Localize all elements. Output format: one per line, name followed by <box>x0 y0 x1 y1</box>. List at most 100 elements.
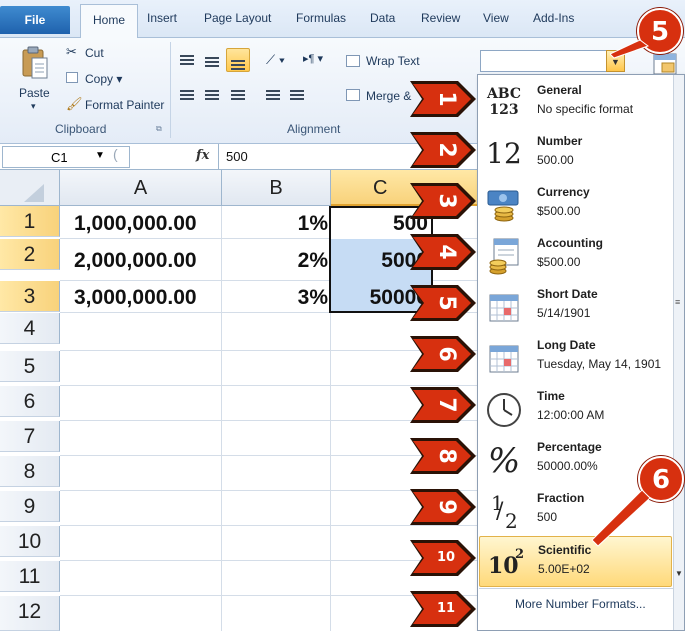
row-header-7[interactable]: 7 <box>0 421 60 452</box>
row-header-12[interactable]: 12 <box>0 596 60 631</box>
format-option-accounting[interactable]: Accounting $500.00 <box>479 230 672 281</box>
name-box[interactable]: C1 ▼ ( <box>2 146 130 168</box>
format-option-preview: 5.00E+02 <box>538 562 590 576</box>
format-option-long-date[interactable]: Long Date Tuesday, May 14, 1901 <box>479 332 672 383</box>
cut-button[interactable]: Cut <box>85 46 104 60</box>
format-option-short-date[interactable]: Short Date 5/14/1901 <box>479 281 672 332</box>
cell-a3[interactable]: 3,000,000.00 <box>74 282 214 313</box>
paste-label[interactable]: Paste <box>19 86 50 100</box>
scroll-down-icon[interactable]: ▼ <box>675 569 683 578</box>
increase-indent-icon[interactable] <box>290 90 304 100</box>
tab-file[interactable]: File <box>0 6 70 34</box>
column-header-a[interactable]: A <box>60 170 222 206</box>
format-option-currency[interactable]: Currency $500.00 <box>479 179 672 230</box>
tab-view[interactable]: View <box>483 11 509 25</box>
splitter-icon: ( <box>113 146 118 162</box>
row-header-9[interactable]: 9 <box>0 491 60 522</box>
wrap-text-button[interactable]: Wrap Text <box>366 54 420 68</box>
tab-insert[interactable]: Insert <box>147 11 177 25</box>
dropdown-scrollbar[interactable]: ≡ ▼ <box>673 75 684 630</box>
accounting-icon <box>483 236 525 276</box>
row-header-10[interactable]: 10 <box>0 526 60 557</box>
chevron-down-icon[interactable]: ▼ <box>95 150 105 161</box>
merge-center-button[interactable]: Merge & <box>366 89 411 103</box>
scissors-icon: ✂ <box>66 44 77 59</box>
12-glyph: 12 <box>486 137 522 170</box>
tab-page-layout[interactable]: Page Layout <box>204 11 271 25</box>
clipboard-launcher-icon[interactable]: ⧉ <box>156 124 162 134</box>
row-header-8[interactable]: 8 <box>0 456 60 487</box>
formula-input[interactable]: 500 <box>226 149 248 164</box>
fraction-icon: 1 / 2 <box>483 491 525 533</box>
row-header-4[interactable]: 4 <box>0 313 60 344</box>
cell-a1[interactable]: 1,000,000.00 <box>74 208 214 239</box>
number-format-combo[interactable] <box>480 50 625 72</box>
row-header-1[interactable]: 1 <box>0 206 60 237</box>
cell-b3[interactable]: 3% <box>222 282 328 313</box>
row-header-2[interactable]: 2 <box>0 239 60 270</box>
format-option-title: Percentage <box>537 440 602 454</box>
alignment-group-label: Alignment <box>287 122 341 136</box>
format-option-preview: 500.00 <box>537 153 574 167</box>
tab-review[interactable]: Review <box>421 11 460 25</box>
more-number-formats-link[interactable]: More Number Formats... <box>479 588 673 620</box>
format-option-title: Long Date <box>537 338 596 352</box>
wrap-text-icon <box>346 55 360 67</box>
scroll-grip-icon: ≡ <box>675 297 681 307</box>
paragraph-direction-icon[interactable]: ▸¶ ▾ <box>303 52 323 65</box>
row-header-3[interactable]: 3 <box>0 281 60 312</box>
badge-5-pointer-icon <box>610 40 650 59</box>
format-option-preview: $500.00 <box>537 255 581 269</box>
align-top-icon[interactable] <box>180 55 194 65</box>
cell-b1[interactable]: 1% <box>222 208 328 239</box>
clipboard-group-label: Clipboard <box>55 122 107 136</box>
callout-number: 2 <box>434 142 459 158</box>
badge-6-pointer-icon <box>591 490 650 547</box>
tab-add-ins[interactable]: Add-Ins <box>533 11 574 25</box>
format-option-preview: 5/14/1901 <box>537 306 591 320</box>
align-right-icon[interactable] <box>231 90 245 100</box>
align-left-icon[interactable] <box>180 90 194 100</box>
123-glyph: 123 <box>489 102 519 118</box>
column-header-b[interactable]: B <box>222 170 331 206</box>
format-option-title: Time <box>537 389 565 403</box>
format-painter-button[interactable]: Format Painter <box>85 98 164 112</box>
scientific-exponent: 2 <box>515 547 525 562</box>
format-option-time[interactable]: Time 12:00:00 AM <box>479 383 672 434</box>
row-header-6[interactable]: 6 <box>0 386 60 417</box>
decrease-indent-icon[interactable] <box>266 90 280 100</box>
align-bottom-icon <box>231 60 245 70</box>
copy-button[interactable]: Copy ▾ <box>85 72 122 86</box>
format-option-preview: 500 <box>537 510 558 524</box>
orientation-icon[interactable]: ⟋ ▾ <box>266 52 285 68</box>
cell-a2[interactable]: 2,000,000.00 <box>74 245 214 276</box>
abc-123-icon: ABC 123 <box>483 83 525 123</box>
clock-icon <box>483 389 525 429</box>
cell-b2[interactable]: 2% <box>222 245 328 276</box>
select-all-button[interactable] <box>0 170 60 206</box>
paste-dropdown-icon[interactable]: ▾ <box>31 101 36 112</box>
format-option-number[interactable]: 12 Number 500.00 <box>479 128 672 179</box>
align-middle-icon[interactable] <box>205 57 219 67</box>
step-callout-4: 4 <box>410 230 478 274</box>
align-center-icon[interactable] <box>205 90 219 100</box>
format-option-preview: 12:00:00 AM <box>537 408 605 422</box>
percent-glyph: % <box>487 441 521 481</box>
callout-number: 6 <box>434 346 459 362</box>
callout-number: 4 <box>434 244 459 260</box>
format-option-general[interactable]: ABC 123 General No specific format <box>479 77 672 128</box>
format-option-title: Scientific <box>538 543 592 557</box>
tab-formulas[interactable]: Formulas <box>296 11 346 25</box>
step-callout-8: 8 <box>410 434 478 478</box>
row-header-5[interactable]: 5 <box>0 351 60 382</box>
tab-home[interactable]: Home <box>80 4 138 39</box>
fraction-denominator: 2 <box>505 509 518 533</box>
calendar-icon <box>483 338 525 378</box>
tab-data[interactable]: Data <box>370 11 395 25</box>
step-callout-5: 5 <box>410 281 478 325</box>
insert-function-icon[interactable]: fx <box>196 148 209 163</box>
ribbon-tab-bar: File Home Insert Page Layout Formulas Da… <box>0 0 685 39</box>
step-callout-3: 3 <box>410 179 478 223</box>
row-header-11[interactable]: 11 <box>0 561 60 592</box>
paste-button[interactable] <box>20 46 50 82</box>
